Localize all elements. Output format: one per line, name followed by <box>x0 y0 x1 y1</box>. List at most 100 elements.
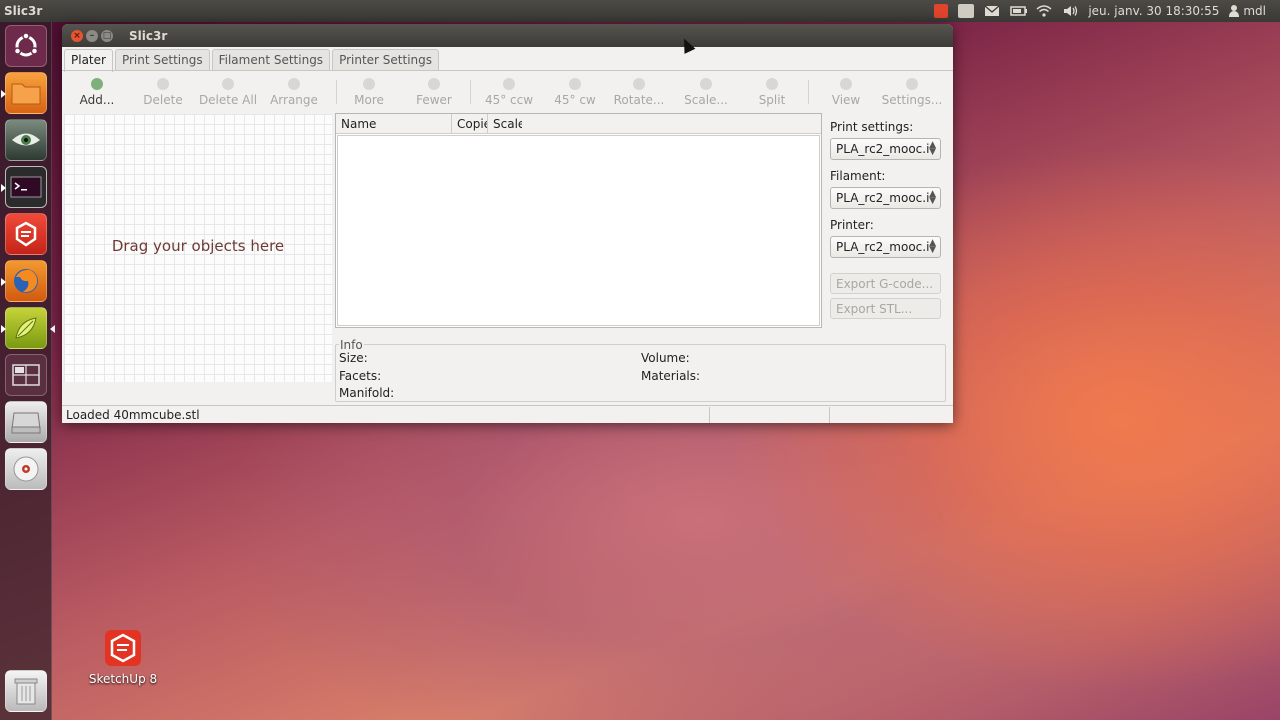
close-window-button[interactable]: × <box>71 29 83 42</box>
mail-icon[interactable] <box>984 4 1000 18</box>
volume-icon[interactable] <box>1062 4 1078 18</box>
trash-icon <box>14 678 38 705</box>
session-indicator-icon[interactable] <box>934 4 949 18</box>
export-stl-button[interactable]: Export STL... <box>830 298 941 319</box>
running-indicator <box>1 184 6 192</box>
focused-indicator <box>50 325 55 333</box>
launcher-sketchup[interactable] <box>5 213 47 255</box>
add-button[interactable]: Add... <box>76 74 118 110</box>
user-menu[interactable]: mdl <box>1229 4 1266 18</box>
terminal-icon <box>10 176 42 198</box>
delete-button[interactable]: Delete <box>142 74 184 110</box>
disc-icon <box>13 456 39 482</box>
split-icon <box>766 78 778 90</box>
export-gcode-button[interactable]: Export G-code... <box>830 273 941 294</box>
filament-label: Filament: <box>830 169 886 183</box>
column-header-name[interactable]: Name <box>336 114 452 133</box>
drive-icon <box>11 412 41 434</box>
print-settings-value: PLA_rc2_mooc.i <box>836 142 930 156</box>
folder-icon <box>11 83 41 105</box>
tab-plater[interactable]: Plater <box>64 49 113 72</box>
wifi-icon[interactable] <box>1036 4 1052 18</box>
column-header-scale[interactable]: Scale <box>488 114 522 133</box>
launcher-image-viewer[interactable] <box>5 119 47 161</box>
tab-filament-settings[interactable]: Filament Settings <box>211 49 331 71</box>
rotate-cw-icon <box>569 78 581 90</box>
tab-print-settings[interactable]: Print Settings <box>114 49 210 71</box>
status-bar: Loaded 40mmcube.stl <box>62 405 953 423</box>
filament-select[interactable]: PLA_rc2_mooc.i ▲ ▼ <box>830 187 941 209</box>
info-facets-label: Facets: <box>339 369 382 383</box>
info-box: Info Size: Facets: Manifold: Volume: Mat… <box>335 338 946 402</box>
view-button[interactable]: View <box>826 74 866 110</box>
object-list-header: Name Copie Scale <box>336 114 821 134</box>
object-list-body[interactable] <box>337 135 820 326</box>
tab-printer-settings[interactable]: Printer Settings <box>332 49 440 71</box>
printer-icon[interactable] <box>958 4 975 18</box>
slic3r-icon <box>15 317 37 339</box>
status-separator <box>709 407 710 423</box>
more-button[interactable]: More <box>349 74 389 110</box>
window-title: Slic3r <box>129 28 168 43</box>
toolbar-separator <box>808 80 809 104</box>
rotate-button[interactable]: Rotate... <box>612 74 666 110</box>
launcher-files[interactable] <box>1 72 47 114</box>
right-panel: Print settings: PLA_rc2_mooc.i ▲ ▼ Filame… <box>830 120 944 323</box>
delete-all-button[interactable]: Delete All <box>198 74 258 110</box>
eye-icon <box>12 133 40 146</box>
sketchup-icon <box>15 221 37 247</box>
firefox-icon <box>14 269 38 293</box>
desktop-icon-sketchup[interactable]: SketchUp 8 <box>88 628 158 686</box>
fewer-button[interactable]: Fewer <box>414 74 454 110</box>
launcher-dash-home[interactable] <box>5 25 47 67</box>
info-volume-label: Volume: <box>641 351 690 365</box>
updown-arrows-icon: ▲ ▼ <box>929 140 936 157</box>
tab-divider <box>62 70 953 71</box>
battery-icon[interactable] <box>1010 4 1028 18</box>
view-icon <box>840 78 852 90</box>
launcher-trash[interactable] <box>5 670 47 712</box>
user-icon <box>1229 5 1240 17</box>
top-panel: Slic3r jeu. janv. 30 18:30:55 mdl <box>0 0 1280 22</box>
arrange-button[interactable]: Arrange <box>268 74 320 110</box>
launcher-workspace-switcher[interactable] <box>5 354 47 396</box>
launcher-cd-drive[interactable] <box>5 448 47 490</box>
settings-icon <box>906 78 918 90</box>
updown-arrows-icon: ▲ ▼ <box>929 238 936 255</box>
clock[interactable]: jeu. janv. 30 18:30:55 <box>1088 4 1219 18</box>
info-manifold-label: Manifold: <box>339 386 395 400</box>
scale-button[interactable]: Scale... <box>680 74 732 110</box>
printer-select[interactable]: PLA_rc2_mooc.i ▲ ▼ <box>830 236 941 258</box>
print-settings-select[interactable]: PLA_rc2_mooc.i ▲ ▼ <box>830 138 941 160</box>
rotate-ccw-button[interactable]: 45° ccw <box>484 74 534 110</box>
scale-icon <box>700 78 712 90</box>
rotate-ccw-icon <box>503 78 515 90</box>
rotate-cw-button[interactable]: 45° cw <box>550 74 600 110</box>
desktop-icon-label: SketchUp 8 <box>88 672 158 686</box>
sketchup-icon <box>105 630 141 666</box>
launcher-slic3r[interactable] <box>1 307 55 349</box>
settings-button[interactable]: Settings... <box>880 74 944 110</box>
launcher-drive[interactable] <box>5 401 47 443</box>
minimize-window-button[interactable]: – <box>86 29 98 42</box>
printer-value: PLA_rc2_mooc.i <box>836 240 930 254</box>
more-icon <box>363 78 375 90</box>
ubuntu-logo-icon <box>13 32 39 57</box>
print-settings-label: Print settings: <box>830 120 914 134</box>
object-list[interactable]: Name Copie Scale <box>335 113 822 328</box>
filament-value: PLA_rc2_mooc.i <box>836 191 930 205</box>
launcher-terminal[interactable] <box>1 166 47 208</box>
split-button[interactable]: Split <box>752 74 792 110</box>
plater-canvas[interactable]: Drag your objects here <box>64 114 332 382</box>
running-indicator <box>1 278 6 286</box>
info-size-label: Size: <box>339 351 368 365</box>
window-titlebar[interactable]: × – □ Slic3r <box>62 24 953 47</box>
column-header-copies[interactable]: Copie <box>452 114 488 133</box>
printer-label: Printer: <box>830 218 874 232</box>
maximize-window-button[interactable]: □ <box>101 29 113 42</box>
workspace-icon <box>12 364 40 386</box>
active-app-title: Slic3r <box>4 4 43 18</box>
launcher <box>0 22 55 720</box>
running-indicator <box>1 325 6 333</box>
launcher-firefox[interactable] <box>1 260 47 302</box>
